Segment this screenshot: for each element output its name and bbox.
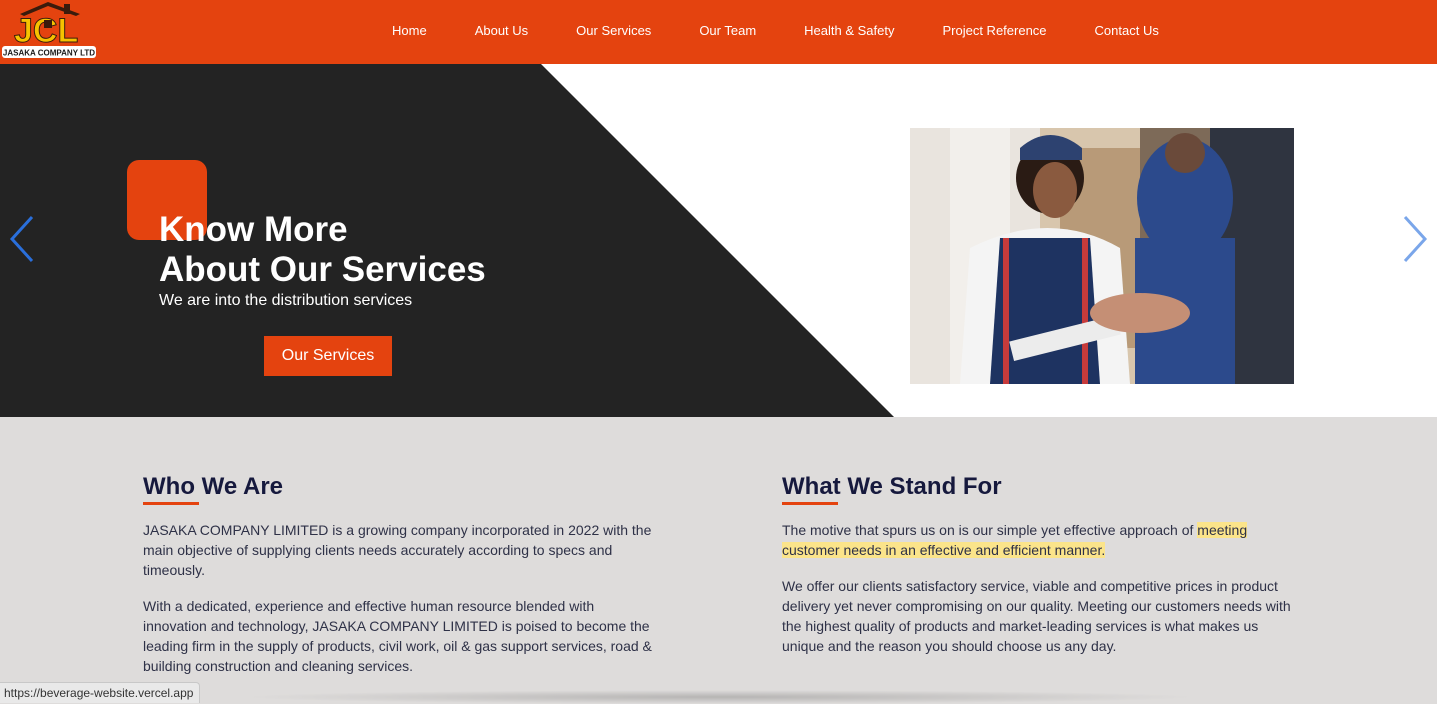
nav-health-safety[interactable]: Health & Safety (804, 23, 894, 38)
main-nav: Home About Us Our Services Our Team Heal… (392, 0, 1207, 60)
svg-text:JASAKA COMPANY LTD: JASAKA COMPANY LTD (3, 49, 95, 58)
stand-paragraph-2: We offer our clients satisfactory servic… (782, 578, 1291, 654)
nav-our-team[interactable]: Our Team (699, 23, 756, 38)
slider-prev-chevron-icon[interactable] (8, 214, 38, 264)
who-we-are-paragraph-1: JASAKA COMPANY LIMITED is a growing comp… (143, 522, 652, 578)
hero-image (910, 128, 1294, 384)
hero-subtitle: We are into the distribution services (159, 292, 413, 309)
what-we-stand-for-section: What We Stand For The motive that spurs … (782, 472, 1302, 654)
nav-contact-us[interactable]: Contact Us (1095, 23, 1159, 38)
nav-project-reference[interactable]: Project Reference (942, 23, 1046, 38)
hero-title-line1: Know More (159, 210, 348, 249)
status-bar-url: https://beverage-website.vercel.app (0, 682, 201, 703)
heading-underline (782, 502, 838, 505)
hero-slider: Know More About Our Services We are into… (0, 64, 1437, 417)
site-header: JCL JASAKA COMPANY LTD Home About Us Our… (0, 0, 1437, 64)
who-we-are-paragraph-2: With a dedicated, experience and effecti… (143, 598, 652, 674)
who-we-are-section: Who We Are JASAKA COMPANY LIMITED is a g… (143, 472, 663, 674)
company-logo[interactable]: JCL JASAKA COMPANY LTD (0, 0, 100, 62)
who-we-are-heading: Who We Are (143, 472, 663, 505)
svg-text:JCL: JCL (14, 12, 78, 50)
nav-about-us[interactable]: About Us (475, 23, 528, 38)
hero-title: Know More About Our Services (159, 210, 486, 290)
what-we-stand-for-heading: What We Stand For (782, 472, 1302, 505)
nav-our-services[interactable]: Our Services (576, 23, 651, 38)
hero-title-line2: About Our Services (159, 250, 486, 289)
nav-home[interactable]: Home (392, 23, 427, 38)
slider-next-chevron-icon[interactable] (1399, 214, 1429, 264)
our-services-button[interactable]: Our Services (264, 336, 392, 376)
heading-underline (143, 502, 199, 505)
stand-paragraph-1: The motive that spurs us on is our simpl… (782, 522, 1248, 558)
